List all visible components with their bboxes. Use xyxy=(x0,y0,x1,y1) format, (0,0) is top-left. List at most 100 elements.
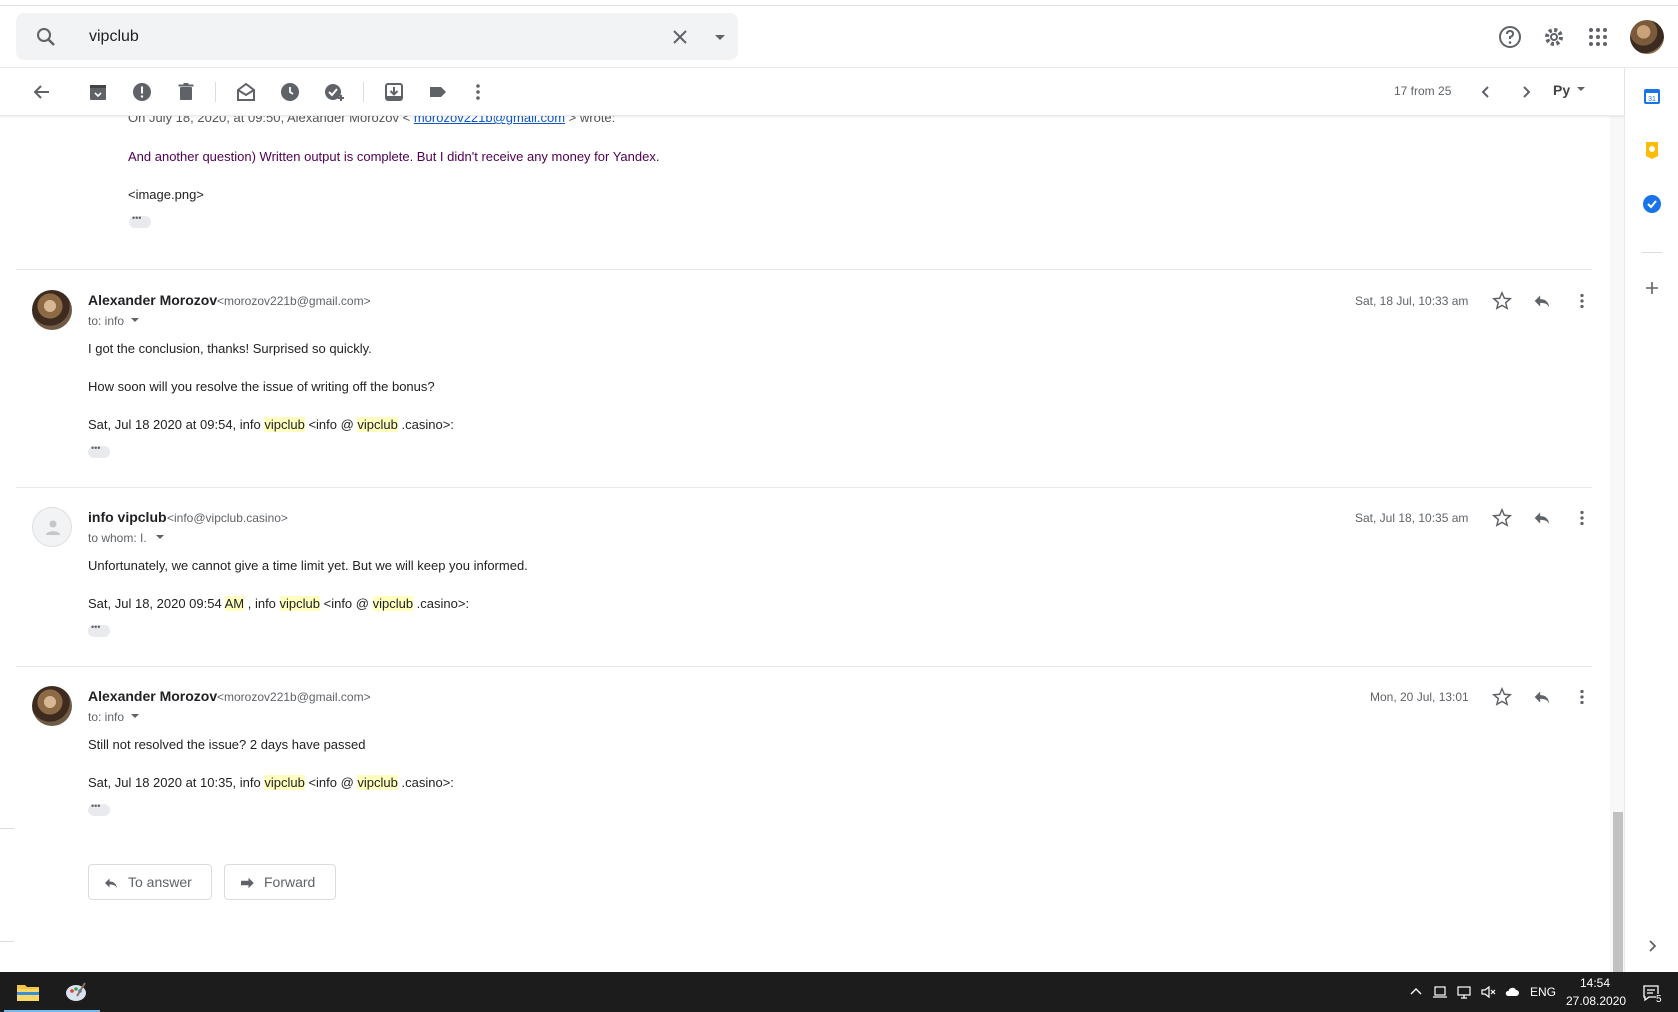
chevron-right-icon[interactable] xyxy=(1514,80,1538,104)
network-icon[interactable] xyxy=(1456,984,1472,1000)
toolbar-divider xyxy=(363,82,364,102)
cloud-icon[interactable] xyxy=(1504,984,1520,1000)
quoted-email-link[interactable]: morozov221b@gmail.com xyxy=(414,116,565,125)
gear-icon[interactable] xyxy=(1540,23,1568,51)
back-arrow-icon[interactable] xyxy=(30,80,54,104)
show-trimmed-content-button[interactable] xyxy=(129,213,151,228)
message-divider xyxy=(16,269,1592,270)
palette-icon xyxy=(66,982,86,1001)
keep-icon[interactable] xyxy=(1642,140,1662,160)
star-icon[interactable] xyxy=(1491,686,1513,708)
sender-name[interactable]: Alexander Morozov xyxy=(88,688,217,704)
search-input[interactable]: vipclub xyxy=(89,28,139,46)
file-explorer-button[interactable] xyxy=(4,972,52,1012)
conversation-view: On July 18, 2020, at 09:50, Alexander Mo… xyxy=(0,116,1610,972)
reply-icon xyxy=(105,878,117,889)
report-spam-icon[interactable] xyxy=(130,80,154,104)
sender-email: <morozov221b@gmail.com> xyxy=(217,690,371,704)
notification-count-badge: 5 xyxy=(1656,994,1662,1005)
clock-time[interactable]: 14:54 xyxy=(1580,976,1610,990)
input-language-indicator[interactable]: ENG xyxy=(1530,985,1556,999)
scrollbar-thumb[interactable] xyxy=(1613,812,1623,972)
message-body-line: I got the conclusion, thanks! Surprised … xyxy=(88,341,372,356)
toolbar-divider xyxy=(215,82,216,102)
message-date: Sat, Jul 18, 10:35 am xyxy=(1355,511,1469,525)
avatar[interactable] xyxy=(32,686,72,726)
clock-date[interactable]: 27.08.2020 xyxy=(1566,994,1626,1008)
star-icon[interactable] xyxy=(1491,290,1513,312)
snooze-clock-icon[interactable] xyxy=(278,80,302,104)
chevron-down-icon[interactable] xyxy=(1574,82,1588,96)
quoted-header: On July 18, 2020, at 09:50, Alexander Mo… xyxy=(128,116,615,125)
paint-app-button[interactable] xyxy=(52,972,100,1012)
chevron-right-icon[interactable] xyxy=(1642,936,1662,956)
pagination-count: 17 from 25 xyxy=(1394,84,1452,98)
close-icon[interactable] xyxy=(668,25,692,49)
search-bar[interactable]: vipclub xyxy=(16,13,738,60)
reply-button[interactable]: To answer xyxy=(88,864,212,900)
add-task-icon[interactable] xyxy=(322,80,346,104)
recipient-line[interactable]: to: info xyxy=(88,710,124,724)
more-vert-icon[interactable] xyxy=(466,80,490,104)
reply-button-label: To answer xyxy=(128,874,192,890)
more-vert-icon[interactable] xyxy=(1571,507,1593,529)
reply-icon[interactable] xyxy=(1531,686,1553,708)
tasks-icon[interactable] xyxy=(1642,194,1662,214)
message-divider xyxy=(16,487,1592,488)
left-edge-mark xyxy=(0,941,14,942)
show-trimmed-content-button[interactable] xyxy=(88,443,110,458)
show-trimmed-content-button[interactable] xyxy=(88,801,110,816)
help-icon[interactable] xyxy=(1496,23,1524,51)
add-addon-icon[interactable] xyxy=(1642,278,1662,298)
side-panel-divider xyxy=(1642,252,1662,253)
quoted-attachment-text: <image.png> xyxy=(128,187,204,202)
chevron-down-icon[interactable] xyxy=(153,530,167,544)
show-trimmed-content-button[interactable] xyxy=(88,622,110,637)
message-date: Sat, 18 Jul, 10:33 am xyxy=(1355,294,1469,308)
forward-button[interactable]: Forward xyxy=(224,864,336,900)
volume-muted-icon[interactable] xyxy=(1480,984,1496,1000)
avatar[interactable] xyxy=(32,290,72,330)
svg-text:31: 31 xyxy=(1648,96,1656,103)
reply-icon[interactable] xyxy=(1531,507,1553,529)
recipient-line[interactable]: to: info xyxy=(88,314,124,328)
apps-grid-icon[interactable] xyxy=(1584,23,1612,51)
windows-taskbar: ENG 14:54 27.08.2020 5 xyxy=(0,972,1678,1012)
quoted-attribution: Sat, Jul 18 2020 at 09:54, info vipclub … xyxy=(88,417,454,432)
account-avatar[interactable] xyxy=(1630,20,1664,54)
more-vert-icon[interactable] xyxy=(1571,686,1593,708)
chevron-down-icon[interactable] xyxy=(128,313,142,327)
chevron-down-icon[interactable] xyxy=(128,709,142,723)
forward-button-label: Forward xyxy=(264,874,316,890)
sender-name[interactable]: info vipclub xyxy=(88,509,167,525)
quoted-line: And another question) Written output is … xyxy=(128,149,660,164)
mark-unread-icon[interactable] xyxy=(234,80,258,104)
label-icon[interactable] xyxy=(426,80,450,104)
device-icon[interactable] xyxy=(1432,984,1448,1000)
message-toolbar: 17 from 25 Ру xyxy=(0,68,1624,116)
sender-name[interactable]: Alexander Morozov xyxy=(88,292,217,308)
search-options-icon[interactable] xyxy=(708,25,732,49)
search-icon[interactable] xyxy=(34,25,58,49)
chevron-left-icon[interactable] xyxy=(1474,80,1498,104)
message-body-line: Still not resolved the issue? 2 days hav… xyxy=(88,737,366,752)
input-tools-language[interactable]: Ру xyxy=(1553,82,1570,98)
person-icon xyxy=(46,520,60,535)
recipient-line[interactable]: to whom: I. xyxy=(88,531,147,545)
chevron-up-icon[interactable] xyxy=(1408,984,1424,1000)
side-panel: 31 xyxy=(1624,68,1678,972)
more-vert-icon[interactable] xyxy=(1571,290,1593,312)
message-body-line: How soon will you resolve the issue of w… xyxy=(88,379,435,394)
sender-email: <info@vipclub.casino> xyxy=(167,511,288,525)
left-edge-mark xyxy=(0,828,14,829)
message-divider xyxy=(16,666,1592,667)
reply-icon[interactable] xyxy=(1531,290,1553,312)
quoted-attribution: Sat, Jul 18 2020 at 10:35, info vipclub … xyxy=(88,775,454,790)
message-body-line: Unfortunately, we cannot give a time lim… xyxy=(88,558,528,573)
delete-icon[interactable] xyxy=(174,80,198,104)
avatar[interactable] xyxy=(32,507,72,547)
star-icon[interactable] xyxy=(1491,507,1513,529)
move-to-icon[interactable] xyxy=(382,80,406,104)
archive-icon[interactable] xyxy=(86,80,110,104)
calendar-icon[interactable]: 31 xyxy=(1642,86,1662,106)
